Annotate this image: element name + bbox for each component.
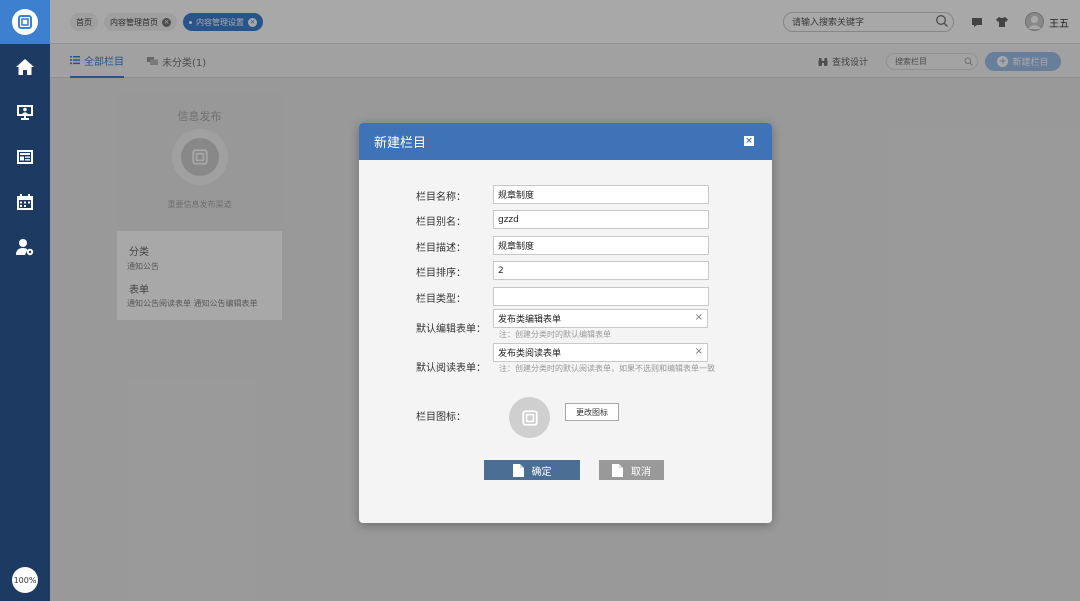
column-order-label: 栏目排序： — [416, 268, 466, 279]
user-settings-icon — [16, 238, 34, 255]
sidebar-item-calendar[interactable] — [0, 179, 50, 224]
dialog-title: 新建栏目 — [374, 136, 427, 151]
sidebar-item-home[interactable] — [0, 44, 50, 89]
cancel-label: 取消 — [631, 466, 651, 478]
zoom-level[interactable]: 100% — [12, 567, 38, 593]
column-icon-preview — [509, 397, 550, 438]
select-value: 发布类阅读表单 — [498, 349, 562, 359]
column-type-input[interactable] — [493, 287, 709, 306]
column-order-input[interactable] — [493, 261, 709, 280]
new-column-dialog: 新建栏目 × 栏目名称： 栏目别名： 栏目描述： 栏目排序： 栏目类型： 默认编… — [359, 123, 772, 523]
document-icon — [612, 463, 623, 477]
document-icon — [512, 463, 524, 477]
column-description-input[interactable] — [493, 236, 709, 255]
column-name-input[interactable] — [493, 185, 709, 204]
column-alias-input[interactable] — [493, 210, 709, 229]
confirm-button[interactable]: 确定 — [484, 460, 580, 480]
read-form-note: 注：创建分类时的默认阅读表单，如果不选则和编辑表单一致 — [499, 364, 715, 373]
sidebar-item-monitor[interactable] — [0, 89, 50, 134]
home-icon — [16, 58, 34, 75]
default-read-form-select[interactable]: 发布类阅读表单 × — [493, 343, 708, 362]
default-edit-form-label: 默认编辑表单： — [416, 324, 486, 335]
monitor-user-icon — [17, 104, 33, 120]
column-alias-label: 栏目别名： — [416, 217, 466, 228]
calendar-icon — [17, 193, 33, 210]
clear-icon[interactable]: × — [695, 312, 703, 323]
column-logo-icon — [521, 409, 538, 426]
news-icon — [17, 149, 33, 164]
column-icon-label: 栏目图标： — [416, 412, 466, 423]
column-type-label: 栏目类型： — [416, 294, 466, 305]
column-name-label: 栏目名称： — [416, 192, 466, 203]
dialog-header: 新建栏目 × — [359, 123, 772, 160]
sidebar: 100% — [0, 0, 50, 601]
logo-icon — [12, 9, 38, 35]
confirm-label: 确定 — [531, 466, 552, 478]
column-description-label: 栏目描述： — [416, 243, 466, 254]
close-icon[interactable]: × — [744, 136, 754, 146]
select-value: 发布类编辑表单 — [498, 315, 562, 325]
default-edit-form-select[interactable]: 发布类编辑表单 × — [493, 309, 708, 328]
sidebar-item-user-settings[interactable] — [0, 224, 50, 269]
default-read-form-label: 默认阅读表单： — [416, 363, 486, 374]
cancel-button[interactable]: 取消 — [599, 460, 664, 480]
change-icon-button[interactable]: 更改图标 — [565, 403, 619, 421]
clear-icon[interactable]: × — [695, 346, 703, 357]
app-logo[interactable] — [0, 0, 50, 44]
sidebar-item-news[interactable] — [0, 134, 50, 179]
edit-form-note: 注：创建分类时的默认编辑表单 — [499, 330, 611, 339]
